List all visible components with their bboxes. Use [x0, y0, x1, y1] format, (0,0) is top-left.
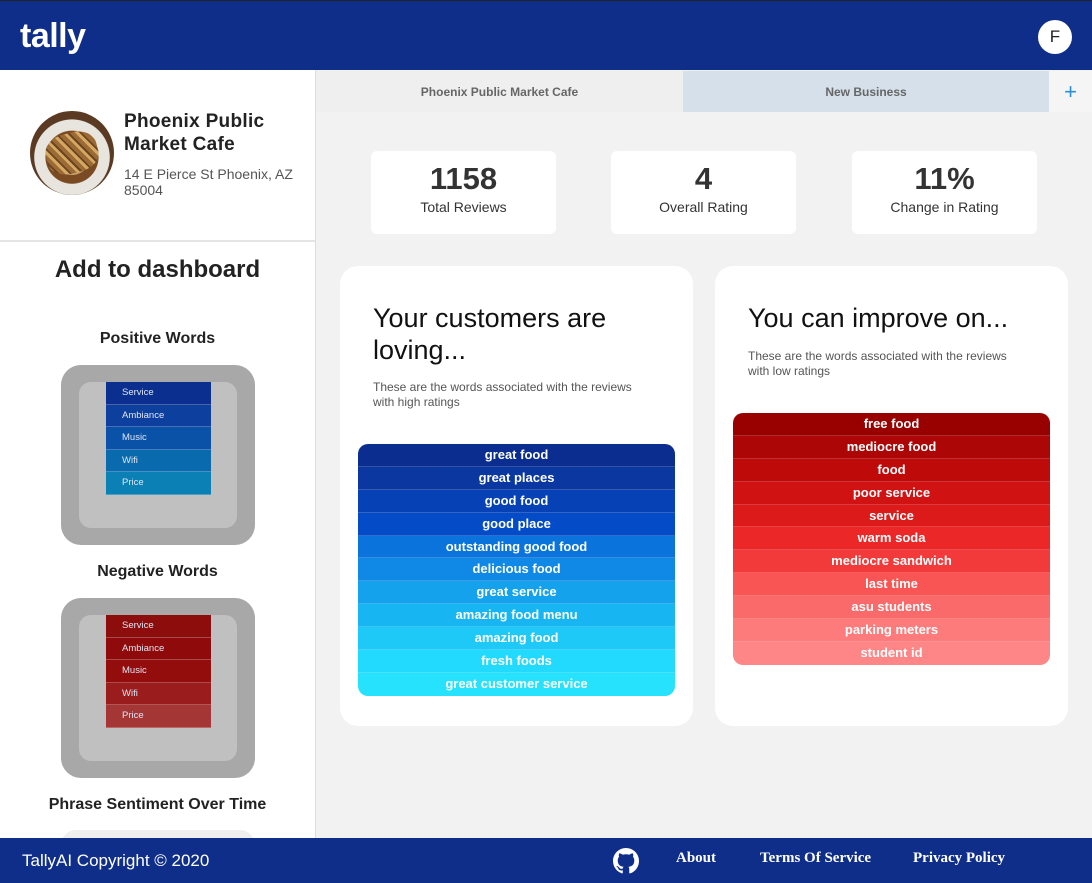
preview-list-item: Price — [106, 472, 211, 495]
add-to-dashboard-title: Add to dashboard — [54, 256, 261, 283]
stat-label: Total Reviews — [420, 199, 507, 215]
business-address: 14 E Pierce St Phoenix, AZ 85004 — [124, 166, 293, 198]
positive-word-item: good place — [358, 512, 675, 536]
preview-list-item: Service — [106, 382, 211, 405]
negative-panel-subtitle: These are the words associated with the … — [748, 349, 1007, 378]
positive-word-item: great food — [358, 444, 675, 467]
tab-new-business[interactable]: New Business — [683, 71, 1049, 112]
positive-word-item: delicious food — [358, 558, 675, 582]
negative-word-item: asu students — [733, 596, 1050, 620]
preview-list-item: Service — [106, 615, 211, 638]
positive-words-panel: Your customers are loving... These are t… — [340, 266, 693, 726]
preview-list-item: Music — [106, 660, 211, 683]
phrase-sentiment-label: Phrase Sentiment Over Time — [48, 796, 267, 813]
copyright-text: TallyAI Copyright © 2020 — [22, 851, 210, 870]
top-header: tally F — [0, 0, 1092, 70]
positive-word-item: great customer service — [358, 672, 675, 696]
positive-words-widget[interactable]: Service Ambiance Music Wifi Price — [61, 365, 255, 545]
positive-panel-title: Your customers are loving... — [373, 303, 607, 365]
positive-word-item: amazing food — [358, 627, 675, 651]
footer-link-about[interactable]: About — [676, 850, 716, 867]
preview-list-item: Ambiance — [106, 404, 211, 428]
positive-word-item: good food — [358, 489, 675, 513]
positive-words-preview-list: Service Ambiance Music Wifi Price — [106, 382, 211, 495]
add-tab-button[interactable]: + — [1049, 71, 1092, 112]
preview-list-item: Wifi — [106, 682, 211, 706]
stat-overall-rating: 4 Overall Rating — [611, 151, 796, 234]
negative-word-item: last time — [733, 573, 1050, 597]
stat-label: Change in Rating — [890, 199, 999, 215]
stat-value: 4 — [694, 161, 713, 196]
preview-list-item: Ambiance — [106, 637, 211, 661]
positive-word-list: great food great places good food good plac… — [358, 444, 675, 696]
footer: TallyAI Copyright © 2020 About Terms Of … — [0, 838, 1092, 883]
github-icon[interactable] — [613, 848, 639, 874]
positive-word-item: amazing food menu — [358, 604, 675, 628]
negative-words-widget[interactable]: Service Ambiance Music Wifi Price — [61, 598, 255, 778]
positive-word-item: outstanding good food — [358, 535, 675, 559]
business-name: Phoenix Public Market Cafe — [124, 111, 265, 155]
negative-word-item: food — [733, 458, 1050, 482]
negative-words-label: Negative Words — [97, 563, 218, 580]
negative-word-item: poor service — [733, 481, 1050, 505]
negative-words-panel: You can improve on... These are the word… — [715, 266, 1068, 726]
preview-list-item: Wifi — [106, 449, 211, 473]
footer-link-privacy[interactable]: Privacy Policy — [913, 850, 1005, 867]
negative-panel-title: You can improve on... — [748, 303, 1009, 333]
stat-label: Overall Rating — [659, 199, 748, 215]
negative-word-list: free food mediocre food food poor service se… — [733, 413, 1050, 665]
stat-total-reviews: 1158 Total Reviews — [371, 151, 556, 234]
positive-word-item: great service — [358, 581, 675, 605]
preview-list-item: Music — [106, 427, 211, 450]
negative-words-preview-list: Service Ambiance Music Wifi Price — [106, 615, 211, 728]
negative-word-item: free food — [733, 413, 1050, 436]
sidebar: Phoenix Public Market Cafe 14 E Pierce S… — [0, 70, 316, 838]
stat-value: 11% — [914, 161, 975, 196]
positive-word-item: fresh foods — [358, 650, 675, 673]
positive-panel-subtitle: These are the words associated with the … — [373, 380, 632, 409]
stat-value: 1158 — [429, 161, 498, 196]
business-photo — [30, 111, 114, 195]
phrase-sentiment-widget[interactable] — [61, 830, 255, 838]
negative-word-item: mediocre food — [733, 435, 1050, 459]
negative-word-item: parking meters — [733, 619, 1050, 642]
stat-change-in-rating: 11% Change in Rating — [852, 151, 1037, 234]
user-avatar[interactable]: F — [1038, 20, 1072, 54]
negative-word-item: mediocre sandwich — [733, 550, 1050, 574]
preview-list-item: Price — [106, 705, 211, 728]
tab-phoenix-public-market-cafe[interactable]: Phoenix Public Market Cafe — [316, 71, 683, 112]
negative-word-item: student id — [733, 641, 1050, 665]
business-card: Phoenix Public Market Cafe 14 E Pierce S… — [0, 70, 315, 242]
positive-words-label: Positive Words — [99, 330, 216, 347]
positive-word-item: great places — [358, 466, 675, 490]
app-logo[interactable]: tally — [20, 17, 86, 55]
footer-link-terms[interactable]: Terms Of Service — [760, 850, 871, 867]
negative-word-item: warm soda — [733, 527, 1050, 551]
negative-word-item: service — [733, 504, 1050, 528]
